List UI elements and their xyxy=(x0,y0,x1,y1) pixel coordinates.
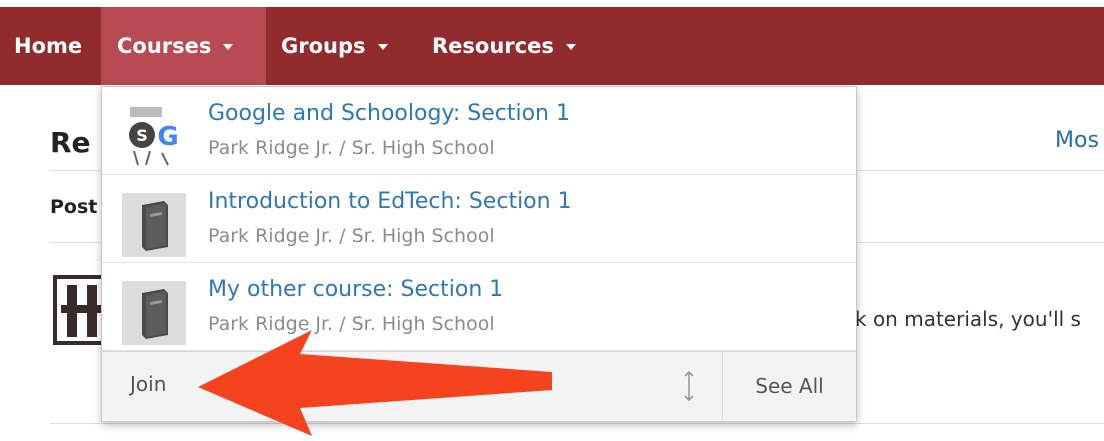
chevron-down-icon xyxy=(565,44,576,50)
book-icon xyxy=(122,281,186,345)
course-item[interactable]: Introduction to EdTech: Section 1 Park R… xyxy=(102,175,856,263)
course-item[interactable]: S G Google and Schoology: Section 1 Park… xyxy=(102,87,856,175)
divider xyxy=(50,423,1104,424)
course-title: Introduction to EdTech: Section 1 xyxy=(208,189,572,214)
nav-groups[interactable]: Groups xyxy=(281,7,388,85)
course-school: Park Ridge Jr. / Sr. High School xyxy=(208,137,495,159)
nav-groups-label: Groups xyxy=(281,34,366,58)
join-button[interactable]: Join xyxy=(130,372,166,396)
main-navbar: Home Courses Groups Resources xyxy=(0,7,1104,85)
course-item[interactable]: My other course: Section 1 Park Ridge Jr… xyxy=(102,263,856,351)
book-icon xyxy=(122,193,186,257)
nav-courses-label: Courses xyxy=(117,34,212,58)
chevron-down-icon xyxy=(223,44,234,50)
reorder-icon[interactable] xyxy=(682,370,696,402)
post-snippet: k on materials, you'll s xyxy=(855,307,1081,331)
svg-text:S: S xyxy=(136,126,148,145)
nav-resources-label: Resources xyxy=(432,34,554,58)
see-all-button[interactable]: See All xyxy=(722,352,856,420)
nav-resources[interactable]: Resources xyxy=(432,7,576,85)
course-title: My other course: Section 1 xyxy=(208,277,504,302)
page-heading: Re xyxy=(50,126,91,159)
nav-home-label: Home xyxy=(14,34,83,58)
course-title: Google and Schoology: Section 1 xyxy=(208,101,570,126)
nav-courses[interactable]: Courses xyxy=(101,7,266,85)
course-school: Park Ridge Jr. / Sr. High School xyxy=(208,225,495,247)
chevron-down-icon xyxy=(377,44,388,50)
nav-home[interactable]: Home xyxy=(14,7,82,85)
more-link[interactable]: Mos xyxy=(1055,128,1099,153)
dropdown-footer: Join See All xyxy=(102,351,856,421)
google-schoology-icon: S G xyxy=(122,105,186,169)
course-school: Park Ridge Jr. / Sr. High School xyxy=(208,313,495,335)
svg-text:G: G xyxy=(157,122,178,152)
courses-dropdown: S G Google and Schoology: Section 1 Park… xyxy=(101,86,857,422)
posts-tab[interactable]: Post xyxy=(50,196,97,218)
